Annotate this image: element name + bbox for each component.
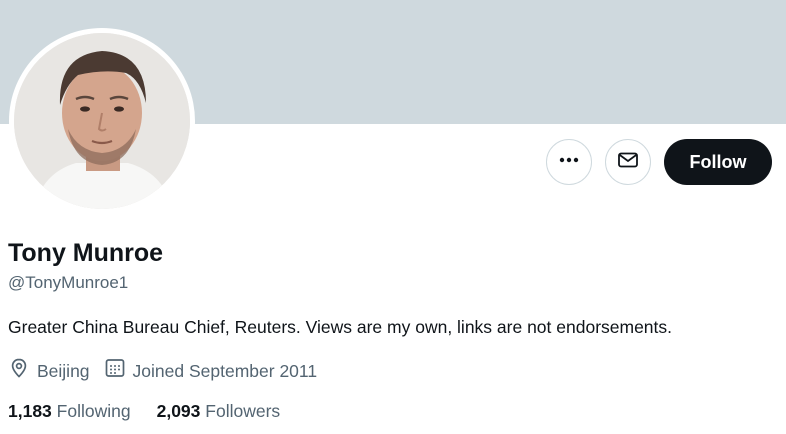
follow-button[interactable]: Follow [664, 139, 772, 185]
mail-icon [617, 149, 639, 176]
avatar-photo [14, 33, 190, 209]
joined-item: Joined September 2011 [104, 357, 318, 385]
following-link[interactable]: 1,183 Following [8, 399, 131, 423]
location-text: Beijing [37, 361, 90, 381]
more-horizontal-icon [558, 149, 580, 176]
display-name: Tony Munroe [8, 239, 164, 267]
followers-link[interactable]: 2,093 Followers [157, 399, 281, 423]
more-button[interactable] [546, 139, 592, 185]
following-count: 1,183 [8, 401, 52, 421]
joined-text: Joined September 2011 [132, 361, 318, 381]
location-item: Beijing [8, 357, 90, 385]
profile-meta: Beijing Joined September 2011 [8, 357, 317, 385]
following-label: Following [56, 401, 131, 421]
location-pin-icon [8, 357, 37, 385]
avatar[interactable] [9, 28, 195, 214]
followers-count: 2,093 [156, 401, 201, 421]
followers-label: Followers [205, 401, 281, 421]
message-button[interactable] [605, 139, 651, 185]
profile-stats: 1,183 Following 2,093 Followers [8, 399, 280, 423]
user-handle: @TonyMunroe1 [8, 273, 129, 292]
calendar-icon [104, 357, 133, 385]
bio-text: Greater China Bureau Chief, Reuters. Vie… [8, 317, 673, 337]
